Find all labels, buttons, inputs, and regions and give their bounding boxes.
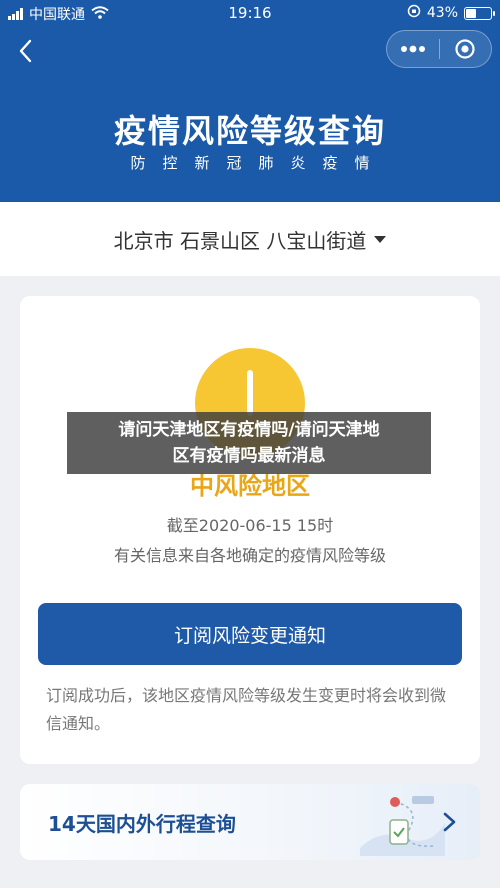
page-title: 疫情风险等级查询 — [113, 112, 386, 150]
subscribe-button[interactable]: 订阅风险变更通知 — [38, 603, 462, 665]
status-right: 43% — [407, 4, 495, 22]
back-button[interactable] — [10, 34, 44, 68]
status-bar: 中国联通 19:16 43% — [0, 0, 500, 26]
caret-down-icon — [374, 235, 387, 243]
source-text: 有关信息来自各地确定的疫情风险等级 — [113, 546, 386, 565]
travel-query-card[interactable]: 14天国内外行程查询 — [20, 784, 480, 860]
chevron-right-icon — [443, 812, 456, 832]
chevron-left-icon — [19, 39, 32, 63]
page-subtitle: 防控新冠肺炎疫情 — [130, 154, 387, 172]
close-button[interactable] — [440, 31, 492, 67]
travel-query-label: 14天国内外行程查询 — [48, 812, 236, 836]
battery-percent: 43% — [426, 5, 458, 21]
overlay-caption-line1: 请问天津地区有疫情吗/请问天津地 — [118, 420, 380, 440]
mini-program-capsule — [386, 30, 492, 68]
overlay-caption: 请问天津地区有疫情吗/请问天津地 区有疫情吗最新消息 — [67, 412, 431, 474]
location-selector[interactable]: 北京市 石景山区 八宝山街道 — [0, 202, 500, 276]
more-dots-icon — [400, 45, 425, 53]
location-label: 北京市 石景山区 八宝山街道 — [113, 228, 367, 253]
risk-mark — [247, 370, 253, 416]
header: 中国联通 19:16 43% 疫情风险等级查询 防控新冠肺炎疫情 — [0, 0, 500, 202]
overlay-caption-line2: 区有疫情吗最新消息 — [172, 446, 326, 466]
battery-icon — [464, 6, 495, 20]
deadline-text: 截至2020-06-15 15时 — [166, 516, 334, 535]
risk-card: 中风险地区 截至2020-06-15 15时 有关信息来自各地确定的疫情风险等级… — [20, 296, 480, 764]
subscribe-tip: 订阅成功后，该地区疫情风险等级发生变更时将会收到微信通知。 — [46, 686, 447, 733]
travel-map-illustration-icon — [360, 796, 445, 856]
more-button[interactable] — [387, 31, 439, 67]
orientation-lock-icon — [407, 4, 421, 22]
target-close-icon — [455, 39, 475, 59]
